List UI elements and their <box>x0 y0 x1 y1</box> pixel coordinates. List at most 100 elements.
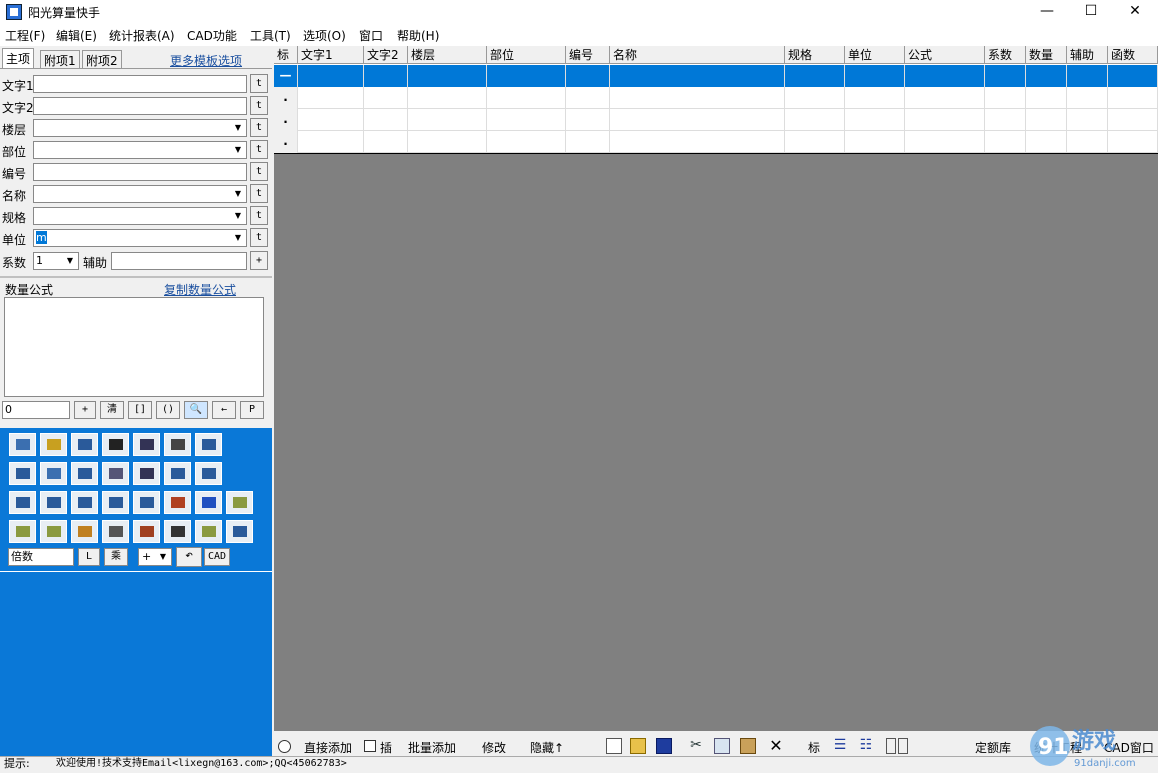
header-col-text1[interactable]: 文字1 <box>298 46 364 64</box>
table-cell[interactable] <box>408 65 487 87</box>
table-cell[interactable] <box>566 109 610 131</box>
operator-select[interactable]: + ▼ <box>138 548 172 566</box>
table-cell[interactable] <box>985 131 1026 153</box>
cut-icon[interactable]: ✂ <box>688 738 704 754</box>
table-row[interactable]: . <box>274 87 1158 109</box>
table-cell[interactable] <box>1026 65 1067 87</box>
brackets-button[interactable]: [] <box>128 401 152 419</box>
header-col-code[interactable]: 编号 <box>566 46 610 64</box>
text1-t-button[interactable]: t <box>250 74 268 93</box>
scale-icon[interactable] <box>195 433 222 456</box>
table-cell[interactable] <box>566 131 610 153</box>
table-cell[interactable] <box>364 87 408 109</box>
menu-cad[interactable]: CAD功能 <box>187 27 237 44</box>
locate-icon[interactable] <box>102 491 129 514</box>
text2-t-button[interactable]: t <box>250 96 268 115</box>
pen-icon[interactable] <box>71 520 98 543</box>
paste-icon[interactable] <box>740 738 756 754</box>
layer3-icon[interactable] <box>40 520 67 543</box>
table-cell[interactable] <box>364 65 408 87</box>
quota-button[interactable]: 定额库 <box>975 739 1011 756</box>
new-file-icon[interactable] <box>606 738 622 754</box>
table-cell[interactable] <box>408 109 487 131</box>
table-cell[interactable] <box>610 87 785 109</box>
row-marker[interactable]: . <box>274 87 298 109</box>
menu-window[interactable]: 窗口 <box>359 27 383 44</box>
table-cell[interactable] <box>487 87 566 109</box>
insert-checkbox[interactable] <box>364 740 376 752</box>
table-cell[interactable] <box>298 131 364 153</box>
slope-icon[interactable] <box>40 462 67 485</box>
table-cell[interactable] <box>905 87 985 109</box>
batch-add-button[interactable]: 批量添加 <box>408 739 456 756</box>
row-marker[interactable]: . <box>274 109 298 131</box>
table-cell[interactable] <box>610 109 785 131</box>
cross-icon[interactable] <box>164 433 191 456</box>
header-col-func[interactable]: 函数 <box>1108 46 1158 64</box>
table-cell[interactable] <box>610 131 785 153</box>
table-row[interactable]: . <box>274 109 1158 131</box>
table-row[interactable]: — <box>274 65 1158 87</box>
menu-tools[interactable]: 工具(T) <box>250 27 291 44</box>
zoom-icon[interactable] <box>133 491 160 514</box>
part-t-button[interactable]: t <box>250 140 268 159</box>
table-cell[interactable] <box>364 109 408 131</box>
scissor-icon[interactable] <box>164 520 191 543</box>
modify-button[interactable]: 修改 <box>482 739 506 756</box>
header-col-unit[interactable]: 单位 <box>845 46 905 64</box>
header-col-mark[interactable]: 标 <box>274 46 298 64</box>
mark-button[interactable]: 标 <box>808 739 820 756</box>
spec-select[interactable]: ▼ <box>33 207 247 225</box>
circles-icon[interactable] <box>71 491 98 514</box>
floor-select[interactable]: ▼ <box>33 119 247 137</box>
name-t-button[interactable]: t <box>250 184 268 203</box>
region-icon[interactable] <box>164 462 191 485</box>
header-col-spec[interactable]: 规格 <box>785 46 845 64</box>
delete-icon[interactable]: ✕ <box>768 738 784 754</box>
table-cell[interactable] <box>785 65 845 87</box>
table-cell[interactable] <box>785 131 845 153</box>
tab-attach2[interactable]: 附项2 <box>82 50 122 68</box>
rotate-icon[interactable] <box>40 491 67 514</box>
table-cell[interactable] <box>1026 131 1067 153</box>
table-cell[interactable] <box>985 109 1026 131</box>
table-cell[interactable] <box>905 65 985 87</box>
calc-icon[interactable] <box>164 491 191 514</box>
plane-icon[interactable] <box>71 462 98 485</box>
font-icon[interactable] <box>195 491 222 514</box>
layer1-icon[interactable] <box>226 491 253 514</box>
measure-icon[interactable] <box>71 433 98 456</box>
open-folder-icon[interactable] <box>630 738 646 754</box>
header-col-text2[interactable]: 文字2 <box>364 46 408 64</box>
list-icon[interactable]: ☰ <box>832 738 848 754</box>
table-cell[interactable] <box>364 131 408 153</box>
point-zoom-icon[interactable] <box>9 491 36 514</box>
row-marker[interactable]: . <box>274 131 298 153</box>
header-col-coef[interactable]: 系数 <box>985 46 1026 64</box>
table-cell[interactable] <box>298 87 364 109</box>
code-t-button[interactable]: t <box>250 162 268 181</box>
header-col-name[interactable]: 名称 <box>610 46 785 64</box>
name-select[interactable]: ▼ <box>33 185 247 203</box>
layer2-icon[interactable] <box>9 520 36 543</box>
polyline-icon[interactable] <box>133 433 160 456</box>
table-cell[interactable] <box>1067 131 1108 153</box>
menu-report[interactable]: 统计报表(A) <box>109 27 175 44</box>
undo-icon[interactable]: ↶ <box>176 547 202 567</box>
split-icon[interactable] <box>886 738 896 754</box>
spec-t-button[interactable]: t <box>250 206 268 225</box>
table-cell[interactable] <box>1067 65 1108 87</box>
unit-t-button[interactable]: t <box>250 228 268 247</box>
rect-icon[interactable] <box>102 462 129 485</box>
direct-add-label[interactable]: 直接添加 <box>304 739 352 756</box>
table-cell[interactable] <box>298 109 364 131</box>
layer-edit-icon[interactable] <box>102 520 129 543</box>
tool-icon[interactable] <box>226 520 253 543</box>
header-col-part[interactable]: 部位 <box>487 46 566 64</box>
table-cell[interactable] <box>408 131 487 153</box>
maximize-button[interactable]: ☐ <box>1068 0 1114 24</box>
menu-project[interactable]: 工程(F) <box>5 27 45 44</box>
table-cell[interactable] <box>1067 87 1108 109</box>
copy-icon[interactable] <box>714 738 730 754</box>
cad-button[interactable]: CAD <box>204 548 230 566</box>
